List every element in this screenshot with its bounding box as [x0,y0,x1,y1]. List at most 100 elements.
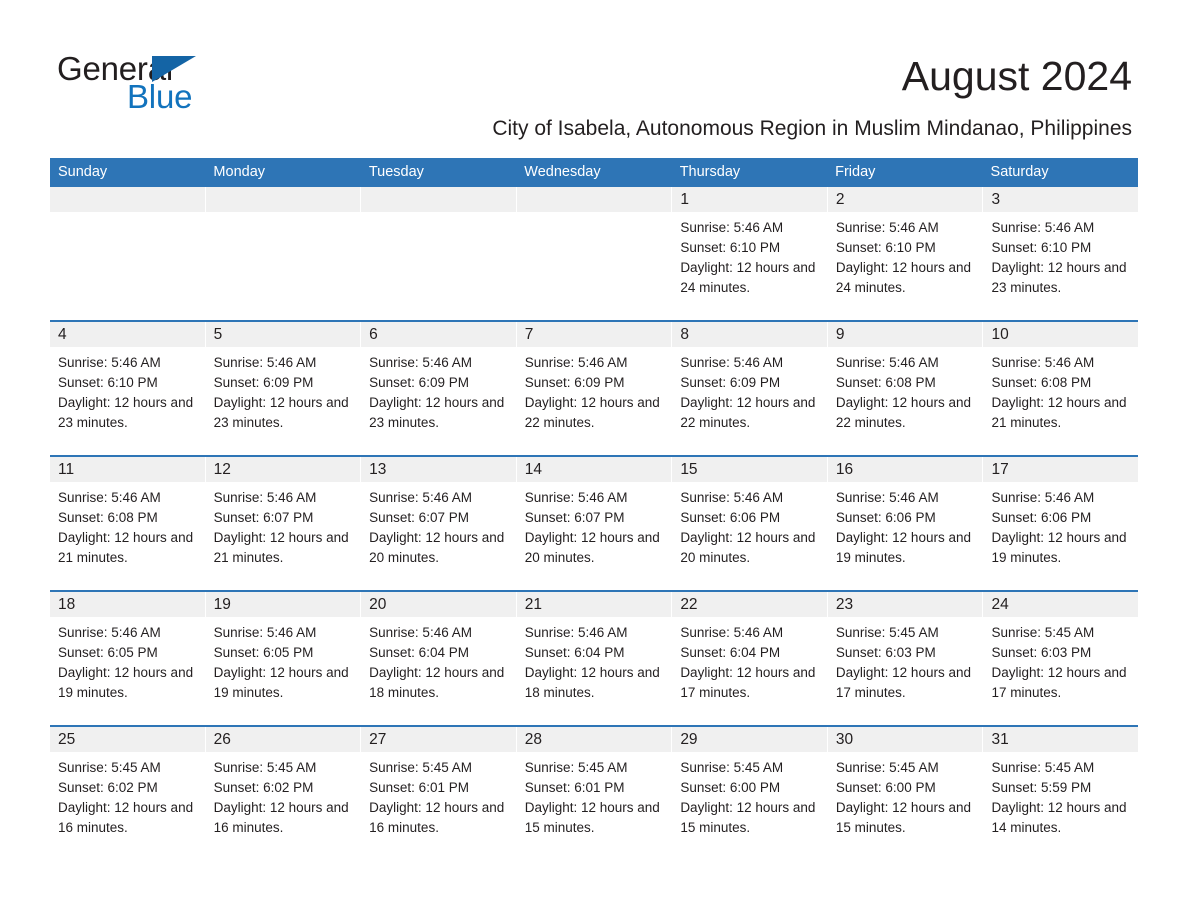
day-details: Sunrise: 5:45 AM Sunset: 6:00 PM Daylight:… [828,752,983,838]
day-details: Sunrise: 5:45 AM Sunset: 6:01 PM Daylight:… [361,752,516,838]
day-number: 26 [213,731,231,748]
calendar-day-cell[interactable]: 2 Sunrise: 5:46 AM Sunset: 6:10 PM Daylight… [827,187,984,320]
day-number: 7 [524,326,534,343]
calendar-day-cell-empty [50,187,206,320]
day-details: Sunrise: 5:45 AM Sunset: 5:59 PM Daylight:… [983,752,1138,838]
day-number: 12 [213,461,231,478]
day-details: Sunrise: 5:46 AM Sunset: 6:07 PM Daylight:… [206,482,361,568]
sunrise-text: Sunrise: 5:46 AM [58,490,161,505]
calendar-day-cell[interactable]: 29 Sunrise: 5:45 AM Sunset: 6:00 PM Dayligh… [672,727,828,860]
calendar-day-cell[interactable]: 7 Sunrise: 5:46 AM Sunset: 6:09 PM Daylight… [516,322,673,455]
calendar-day-cell[interactable]: 5 Sunrise: 5:46 AM Sunset: 6:09 PM Daylight… [205,322,362,455]
sunset-text: Sunset: 6:01 PM [369,780,469,795]
calendar-day-cell[interactable]: 21 Sunrise: 5:46 AM Sunset: 6:04 PM Dayligh… [516,592,673,725]
sunset-text: Sunset: 6:02 PM [213,780,314,795]
calendar-week-row: 1 Sunrise: 5:46 AM Sunset: 6:10 PM Daylight… [50,187,1139,320]
sunset-text: Sunset: 6:08 PM [58,510,158,525]
day-number-band: 5 [205,322,361,347]
day-number-band [361,187,516,212]
calendar-day-cell[interactable]: 17 Sunrise: 5:46 AM Sunset: 6:06 PM Dayligh… [983,457,1139,590]
day-details: Sunrise: 5:46 AM Sunset: 6:08 PM Daylight:… [983,347,1138,433]
calendar-day-cell[interactable]: 30 Sunrise: 5:45 AM Sunset: 6:00 PM Dayligh… [827,727,984,860]
daylight-text: Daylight: 12 hours and 17 minutes. [835,665,971,700]
sunset-text: Sunset: 6:02 PM [58,780,158,795]
day-number-band: 26 [205,727,361,752]
calendar-day-cell[interactable]: 22 Sunrise: 5:46 AM Sunset: 6:04 PM Dayligh… [672,592,828,725]
day-number-band: 8 [672,322,827,347]
sunset-text: Sunset: 6:05 PM [58,645,158,660]
day-number: 30 [835,731,854,748]
calendar-day-cell[interactable]: 24 Sunrise: 5:45 AM Sunset: 6:03 PM Dayligh… [983,592,1139,725]
daylight-text: Daylight: 12 hours and 19 minutes. [213,665,349,700]
calendar-day-cell[interactable]: 16 Sunrise: 5:46 AM Sunset: 6:06 PM Dayligh… [827,457,984,590]
calendar-day-cell[interactable]: 13 Sunrise: 5:46 AM Sunset: 6:07 PM Dayligh… [361,457,517,590]
page-subtitle: City of Isabela, Autonomous Region in Mu… [492,117,1132,140]
day-number: 1 [680,191,689,208]
daylight-text: Daylight: 12 hours and 20 minutes. [524,530,660,565]
day-number-band: 17 [983,457,1139,482]
daylight-text: Daylight: 12 hours and 22 minutes. [524,395,660,430]
calendar-day-cell[interactable]: 3 Sunrise: 5:46 AM Sunset: 6:10 PM Daylight… [983,187,1139,320]
day-details: Sunrise: 5:45 AM Sunset: 6:00 PM Daylight:… [672,752,827,838]
day-details: Sunrise: 5:45 AM Sunset: 6:01 PM Daylight:… [517,752,672,838]
sunrise-text: Sunrise: 5:46 AM [213,490,317,505]
day-number-band: 20 [361,592,516,617]
calendar-day-cell[interactable]: 19 Sunrise: 5:46 AM Sunset: 6:05 PM Dayligh… [205,592,362,725]
calendar-day-cell[interactable]: 4 Sunrise: 5:46 AM Sunset: 6:10 PM Daylight… [50,322,206,455]
day-number: 18 [58,596,76,613]
calendar-day-cell[interactable]: 10 Sunrise: 5:46 AM Sunset: 6:08 PM Dayligh… [983,322,1139,455]
sunset-text: Sunset: 6:10 PM [680,240,781,255]
day-number-band: 13 [361,457,516,482]
calendar-day-cell[interactable]: 26 Sunrise: 5:45 AM Sunset: 6:02 PM Dayligh… [205,727,362,860]
daylight-text: Daylight: 12 hours and 23 minutes. [991,260,1127,295]
day-number-band: 9 [827,322,983,347]
calendar-day-cell[interactable]: 8 Sunrise: 5:46 AM Sunset: 6:09 PM Daylight… [672,322,828,455]
sunset-text: Sunset: 6:06 PM [835,510,936,525]
calendar-day-cell[interactable]: 31 Sunrise: 5:45 AM Sunset: 5:59 PM Dayligh… [983,727,1139,860]
calendar-week-row: 11 Sunrise: 5:46 AM Sunset: 6:08 PM Dayligh… [50,455,1139,590]
daylight-text: Daylight: 12 hours and 19 minutes. [835,530,971,565]
sunrise-text: Sunrise: 5:46 AM [991,355,1095,370]
sunrise-text: Sunrise: 5:45 AM [835,760,939,775]
day-details: Sunrise: 5:46 AM Sunset: 6:10 PM Daylight:… [828,212,983,298]
day-number-band: 18 [50,592,205,617]
day-details: Sunrise: 5:46 AM Sunset: 6:09 PM Daylight:… [517,347,672,433]
daylight-text: Daylight: 12 hours and 21 minutes. [213,530,349,565]
day-number-band: 19 [205,592,361,617]
weekday-header-friday: Friday [835,164,876,180]
calendar-day-cell[interactable]: 28 Sunrise: 5:45 AM Sunset: 6:01 PM Dayligh… [516,727,673,860]
day-number-band: 31 [983,727,1139,752]
day-number: 3 [991,191,1001,208]
weekday-header-row: Sunday Monday Tuesday Wednesday Thursday… [50,158,1138,187]
daylight-text: Daylight: 12 hours and 15 minutes. [835,800,971,835]
brand-logo[interactable]: General Blue [57,52,317,114]
calendar-day-cell[interactable]: 20 Sunrise: 5:46 AM Sunset: 6:04 PM Dayligh… [361,592,517,725]
calendar-day-cell[interactable]: 27 Sunrise: 5:45 AM Sunset: 6:01 PM Dayligh… [361,727,517,860]
calendar-day-cell[interactable]: 25 Sunrise: 5:45 AM Sunset: 6:02 PM Dayligh… [50,727,206,860]
sunset-text: Sunset: 6:00 PM [835,780,936,795]
sunrise-text: Sunrise: 5:46 AM [213,625,317,640]
calendar-day-cell[interactable]: 11 Sunrise: 5:46 AM Sunset: 6:08 PM Dayligh… [50,457,206,590]
calendar-day-cell[interactable]: 14 Sunrise: 5:46 AM Sunset: 6:07 PM Dayligh… [516,457,673,590]
day-details: Sunrise: 5:46 AM Sunset: 6:08 PM Daylight:… [50,482,205,568]
day-details: Sunrise: 5:46 AM Sunset: 6:06 PM Daylight:… [672,482,827,568]
daylight-text: Daylight: 12 hours and 17 minutes. [991,665,1127,700]
calendar-day-cell[interactable]: 12 Sunrise: 5:46 AM Sunset: 6:07 PM Dayligh… [205,457,362,590]
day-details: Sunrise: 5:46 AM Sunset: 6:09 PM Daylight:… [672,347,827,433]
day-details: Sunrise: 5:46 AM Sunset: 6:10 PM Daylight:… [983,212,1138,298]
calendar-day-cell[interactable]: 1 Sunrise: 5:46 AM Sunset: 6:10 PM Daylight… [672,187,828,320]
weekday-header-wednesday: Wednesday [524,164,601,180]
day-number: 6 [369,326,378,343]
calendar-day-cell[interactable]: 9 Sunrise: 5:46 AM Sunset: 6:08 PM Daylight… [827,322,984,455]
sunrise-text: Sunrise: 5:45 AM [524,760,628,775]
sunset-text: Sunset: 6:06 PM [991,510,1092,525]
calendar-weeks: 1 Sunrise: 5:46 AM Sunset: 6:10 PM Daylight… [50,187,1139,860]
sunset-text: Sunset: 6:03 PM [835,645,936,660]
calendar-day-cell[interactable]: 23 Sunrise: 5:45 AM Sunset: 6:03 PM Dayligh… [827,592,984,725]
calendar-day-cell[interactable]: 6 Sunrise: 5:46 AM Sunset: 6:09 PM Daylight… [361,322,517,455]
calendar-day-cell[interactable]: 18 Sunrise: 5:46 AM Sunset: 6:05 PM Dayligh… [50,592,206,725]
calendar-day-cell[interactable]: 15 Sunrise: 5:46 AM Sunset: 6:06 PM Dayligh… [672,457,828,590]
daylight-text: Daylight: 12 hours and 16 minutes. [58,800,194,835]
day-number-band: 29 [672,727,827,752]
weekday-header-monday: Monday [213,164,266,180]
